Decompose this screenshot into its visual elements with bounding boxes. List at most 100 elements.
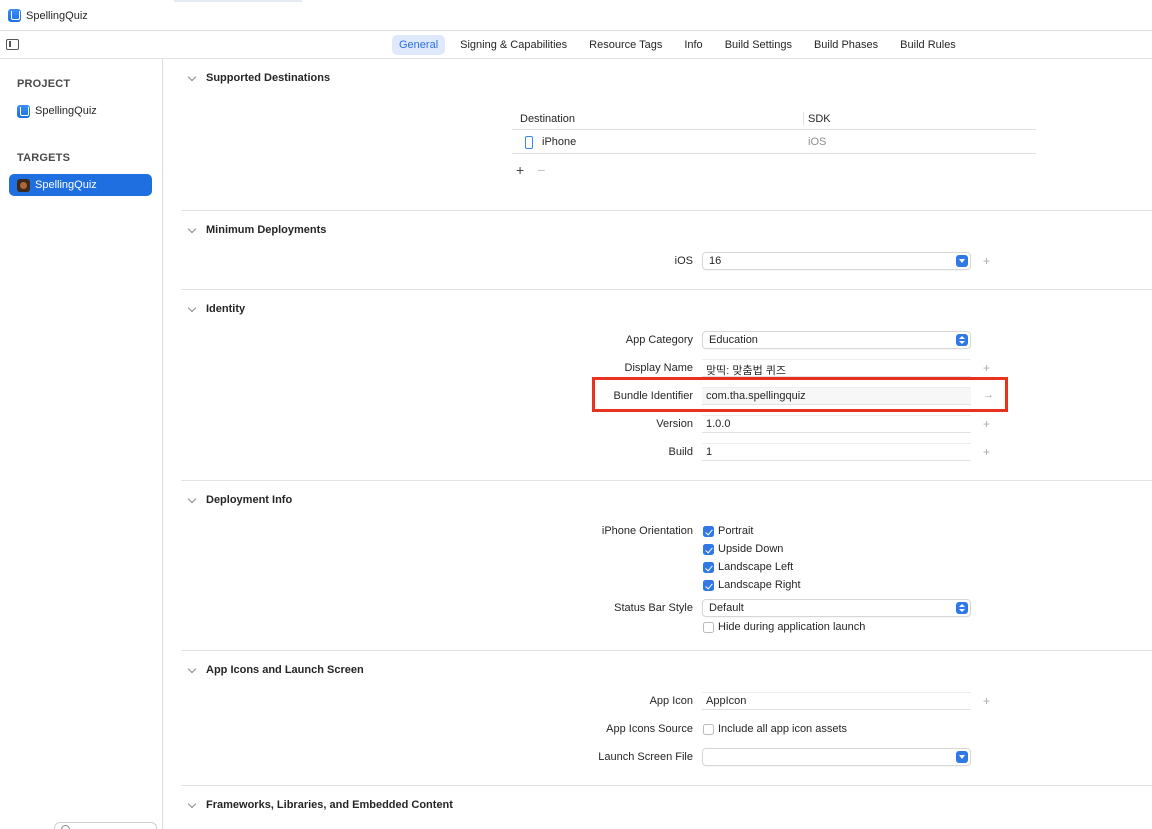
app-icon-field[interactable]: AppIcon bbox=[702, 692, 971, 710]
column-separator bbox=[803, 112, 804, 126]
checkbox-label: Landscape Left bbox=[718, 561, 794, 573]
sidebar-item-label: SpellingQuiz bbox=[35, 179, 97, 191]
checkbox-label: Hide during application launch bbox=[718, 621, 866, 633]
add-app-icon-variant-button[interactable]: + bbox=[983, 694, 990, 708]
checkbox-checked-icon bbox=[703, 525, 714, 537]
add-version-variant-button[interactable]: + bbox=[983, 417, 990, 431]
iphone-icon bbox=[525, 136, 533, 149]
checkbox-label: Landscape Right bbox=[718, 579, 801, 591]
app-icon-label: App Icon bbox=[649, 695, 693, 707]
destinations-table: Destination SDK iPhone iOS bbox=[512, 110, 1036, 154]
tab-build-settings[interactable]: Build Settings bbox=[718, 35, 799, 55]
chevron-down-icon bbox=[956, 255, 968, 267]
project-sidebar: PROJECT SpellingQuiz TARGETS SpellingQui… bbox=[0, 59, 163, 829]
chevron-down-icon[interactable] bbox=[188, 226, 196, 234]
checkbox-label: Upside Down bbox=[718, 543, 784, 555]
build-field[interactable]: 1 bbox=[702, 443, 971, 461]
column-sdk[interactable]: SDK bbox=[808, 113, 831, 125]
target-app-icon bbox=[17, 178, 30, 192]
editor-tab-indicator bbox=[174, 0, 302, 2]
app-category-popup[interactable]: Education bbox=[702, 331, 971, 349]
checkbox-unchecked-icon bbox=[703, 723, 714, 735]
project-header: PROJECT bbox=[17, 78, 71, 90]
chevron-down-icon[interactable] bbox=[188, 801, 196, 809]
table-header: Destination SDK bbox=[512, 110, 1036, 130]
app-category-label: App Category bbox=[625, 334, 693, 346]
status-bar-style-value: Default bbox=[709, 602, 744, 614]
section-app-icons: App Icons and Launch Screen bbox=[206, 664, 364, 676]
breadcrumb[interactable]: SpellingQuiz bbox=[8, 9, 88, 22]
chevron-down-icon[interactable] bbox=[188, 74, 196, 82]
section-divider bbox=[181, 650, 1152, 651]
sidebar-toggle-icon[interactable] bbox=[6, 39, 19, 50]
remove-destination-button[interactable]: − bbox=[537, 162, 545, 178]
section-divider bbox=[181, 210, 1152, 211]
sidebar-item-project[interactable]: SpellingQuiz bbox=[9, 100, 152, 122]
iphone-orientation-label: iPhone Orientation bbox=[601, 525, 693, 537]
orientation-portrait-checkbox[interactable]: Portrait bbox=[703, 525, 753, 537]
section-frameworks: Frameworks, Libraries, and Embedded Cont… bbox=[206, 799, 453, 811]
project-app-icon bbox=[8, 9, 21, 22]
section-divider bbox=[181, 785, 1152, 786]
checkbox-unchecked-icon bbox=[703, 621, 714, 633]
chevron-down-icon[interactable] bbox=[188, 305, 196, 313]
launch-screen-file-label: Launch Screen File bbox=[598, 751, 693, 763]
launch-screen-file-combobox[interactable] bbox=[702, 748, 971, 766]
chevron-down-icon[interactable] bbox=[188, 666, 196, 674]
version-field[interactable]: 1.0.0 bbox=[702, 415, 971, 433]
ios-deployment-popup[interactable]: 16 bbox=[702, 252, 971, 270]
section-deployment-info: Deployment Info bbox=[206, 494, 293, 506]
chevron-down-icon[interactable] bbox=[188, 496, 196, 504]
display-name-label: Display Name bbox=[624, 362, 693, 374]
table-row[interactable]: iPhone iOS bbox=[512, 130, 1036, 154]
section-supported-destinations: Supported Destinations bbox=[206, 72, 331, 84]
sdk-cell: iOS bbox=[808, 136, 827, 148]
add-build-variant-button[interactable]: + bbox=[983, 445, 990, 459]
app-category-value: Education bbox=[709, 334, 758, 346]
section-minimum-deployments: Minimum Deployments bbox=[206, 224, 327, 236]
sidebar-item-label: SpellingQuiz bbox=[35, 105, 97, 117]
tab-resource-tags[interactable]: Resource Tags bbox=[582, 35, 669, 55]
build-label: Build bbox=[668, 446, 693, 458]
tab-signing-capabilities[interactable]: Signing & Capabilities bbox=[453, 35, 574, 55]
version-label: Version bbox=[656, 418, 693, 430]
checkbox-checked-icon bbox=[703, 579, 714, 591]
filter-icon bbox=[61, 825, 70, 829]
destination-actions: + − bbox=[516, 162, 545, 178]
project-icon bbox=[17, 104, 30, 118]
editor-tab-strip: General Signing & Capabilities Resource … bbox=[0, 31, 1152, 59]
sidebar-item-target[interactable]: SpellingQuiz bbox=[9, 174, 152, 196]
display-name-field[interactable]: 맞띡: 맞춤법 퀴즈 bbox=[702, 359, 971, 377]
bundle-identifier-highlight bbox=[592, 377, 1008, 412]
add-deployment-button[interactable]: + bbox=[983, 254, 990, 268]
section-divider bbox=[181, 480, 1152, 481]
destination-cell: iPhone bbox=[542, 136, 577, 148]
app-icons-source-label: App Icons Source bbox=[606, 723, 693, 735]
tab-general[interactable]: General bbox=[392, 35, 446, 55]
settings-tabs: General Signing & Capabilities Resource … bbox=[392, 35, 971, 55]
section-divider bbox=[181, 289, 1152, 290]
status-bar-style-popup[interactable]: Default bbox=[702, 599, 971, 617]
sidebar-filter-field[interactable] bbox=[54, 822, 157, 829]
orientation-landscape-right-checkbox[interactable]: Landscape Right bbox=[703, 579, 801, 591]
checkbox-checked-icon bbox=[703, 543, 714, 555]
tab-info[interactable]: Info bbox=[677, 35, 709, 55]
add-destination-button[interactable]: + bbox=[516, 162, 524, 178]
tab-build-phases[interactable]: Build Phases bbox=[807, 35, 885, 55]
top-bar: SpellingQuiz bbox=[0, 0, 1152, 31]
add-display-name-variant-button[interactable]: + bbox=[983, 361, 990, 375]
general-settings-pane: Supported Destinations Destination SDK i… bbox=[163, 59, 1152, 829]
chevron-down-icon bbox=[956, 751, 968, 763]
orientation-landscape-left-checkbox[interactable]: Landscape Left bbox=[703, 561, 793, 573]
orientation-upside-down-checkbox[interactable]: Upside Down bbox=[703, 543, 783, 555]
updown-chevron-icon bbox=[956, 602, 968, 614]
ios-label: iOS bbox=[674, 255, 693, 267]
checkbox-label: Include all app icon assets bbox=[718, 723, 848, 735]
include-all-icons-checkbox[interactable]: Include all app icon assets bbox=[703, 723, 847, 735]
column-destination[interactable]: Destination bbox=[520, 113, 575, 125]
checkbox-label: Portrait bbox=[718, 525, 754, 537]
targets-header: TARGETS bbox=[17, 152, 71, 164]
tab-build-rules[interactable]: Build Rules bbox=[893, 35, 963, 55]
hide-during-launch-checkbox[interactable]: Hide during application launch bbox=[703, 621, 865, 633]
ios-deployment-value: 16 bbox=[709, 255, 722, 267]
